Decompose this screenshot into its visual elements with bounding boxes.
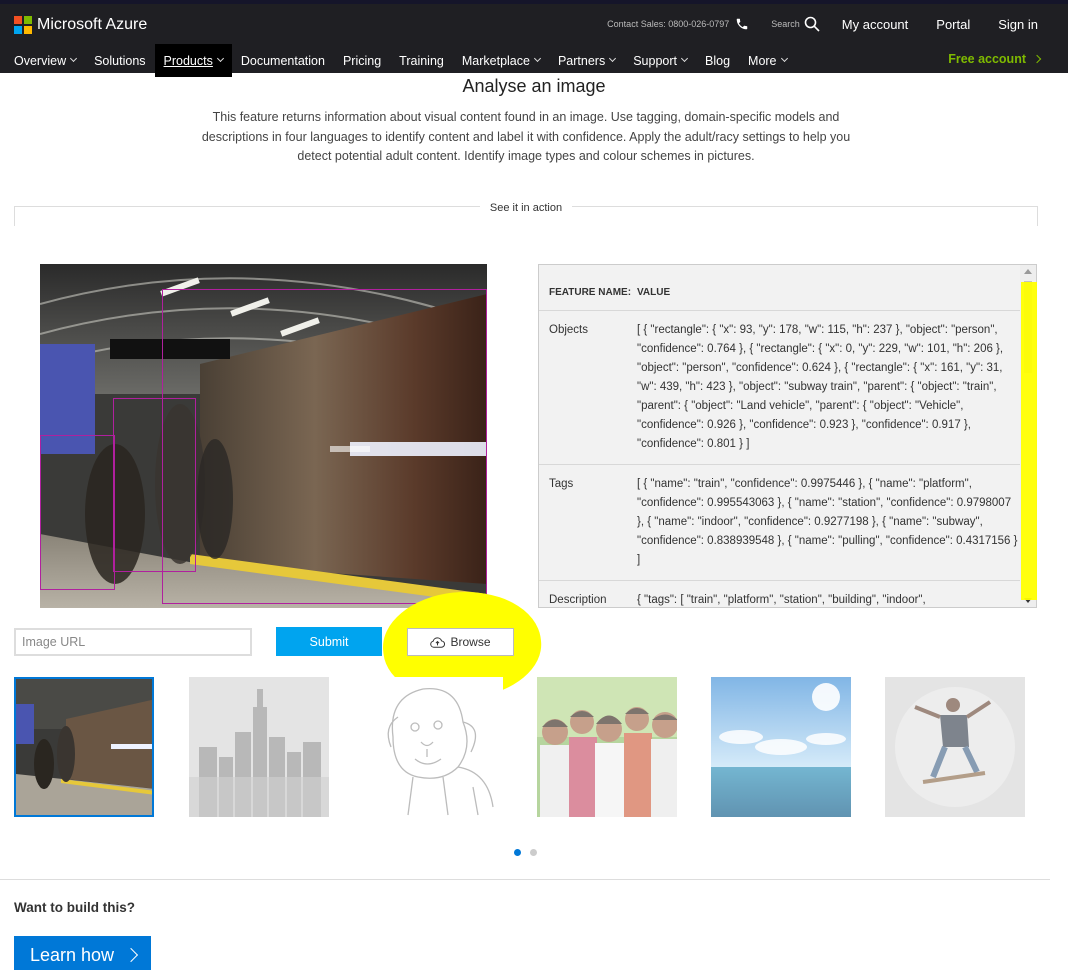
- nav-training[interactable]: Training: [390, 44, 453, 77]
- portal-link[interactable]: Portal: [936, 17, 970, 32]
- nav-more[interactable]: More: [739, 44, 795, 77]
- nav-label: Overview: [14, 53, 67, 68]
- feature-name-cell: Objects: [549, 324, 588, 336]
- nav-label: Partners: [557, 53, 606, 68]
- bbox-person-1: [113, 398, 196, 572]
- bbox-subway-train: [162, 289, 487, 604]
- thumbnail-city-skyline[interactable]: [189, 677, 329, 817]
- feature-value-cell: { "tags": [ "train", "platform", "statio…: [637, 594, 926, 606]
- results-header: FEATURE NAME: VALUE: [539, 265, 1022, 311]
- nav-solutions[interactable]: Solutions: [85, 44, 154, 77]
- feature-value-cell: [ { "name": "train", "confidence": 0.997…: [637, 478, 1018, 566]
- page-description: This feature returns information about v…: [201, 110, 851, 163]
- chevron-right-icon: [1032, 54, 1042, 64]
- nav-products[interactable]: Products: [154, 44, 232, 77]
- nav-documentation[interactable]: Documentation: [232, 44, 334, 77]
- page-title: Analyse an image: [462, 76, 606, 96]
- analysed-image: [40, 264, 487, 608]
- nav-support[interactable]: Support: [624, 44, 696, 77]
- results-table[interactable]: FEATURE NAME: VALUE Objects [ { "rectang…: [538, 264, 1037, 608]
- browse-button[interactable]: Browse: [407, 628, 514, 656]
- top-header: Microsoft Azure Contact Sales: 0800-026-…: [0, 0, 1068, 77]
- search-label[interactable]: Search: [771, 19, 800, 29]
- bbox-person-2: [40, 435, 115, 590]
- skyline-thumbnail-image: [189, 677, 329, 817]
- build-heading: Want to build this?: [14, 900, 135, 915]
- search-icon[interactable]: [804, 16, 820, 32]
- brand-name: Microsoft Azure: [37, 16, 148, 33]
- thumbnail-overlay: [711, 677, 851, 817]
- see-it-in-action-label: See it in action: [479, 202, 573, 214]
- sign-in-link[interactable]: Sign in: [998, 17, 1038, 32]
- submit-button[interactable]: Submit: [276, 627, 382, 656]
- thumbnail-overlay: [363, 677, 503, 817]
- nav-label: Blog: [705, 53, 731, 68]
- chevron-down-icon: [533, 54, 542, 63]
- chevron-down-icon: [609, 54, 617, 63]
- chevron-down-icon: [680, 54, 689, 63]
- nav-partners[interactable]: Partners: [549, 44, 624, 77]
- microsoft-logo-icon: [14, 16, 32, 34]
- learn-how-label: Learn how: [30, 944, 115, 965]
- contact-sales: Contact Sales: 0800-026-0797: [607, 19, 730, 29]
- nav-label: Documentation: [240, 53, 325, 68]
- thumbnail-family-group[interactable]: [537, 677, 677, 817]
- phone-icon[interactable]: [735, 17, 749, 31]
- chevron-down-icon: [70, 54, 78, 63]
- browse-label: Browse: [450, 635, 491, 649]
- image-url-input[interactable]: [14, 628, 252, 656]
- free-account-label: Free account: [948, 52, 1026, 66]
- thumbnail-overlay: [885, 677, 1025, 817]
- scroll-up-icon[interactable]: [1024, 269, 1032, 274]
- see-it-in-action-heading: See it in action: [0, 202, 1052, 214]
- nav-label: Solutions: [94, 53, 146, 68]
- nav-label: Marketplace: [461, 53, 530, 68]
- feature-name-cell: Description: [549, 594, 607, 606]
- subway-thumbnail-image: [16, 679, 152, 815]
- nav-marketplace[interactable]: Marketplace: [453, 44, 549, 77]
- thumbnail-skateboarder[interactable]: [885, 677, 1025, 817]
- nav-blog[interactable]: Blog: [696, 44, 739, 77]
- nav-overview[interactable]: Overview: [0, 44, 85, 77]
- table-row: Description { "tags": [ "train", "platfo…: [539, 581, 1022, 607]
- utility-bar: Contact Sales: 0800-026-0797 Search My a…: [607, 14, 1068, 34]
- nav-label: Products: [163, 53, 213, 68]
- cloud-upload-icon: [430, 636, 446, 648]
- table-row: Objects [ { "rectangle": { "x": 93, "y":…: [539, 311, 1022, 465]
- table-row: Tags [ { "name": "train", "confidence": …: [539, 465, 1022, 581]
- nav-pricing[interactable]: Pricing: [334, 44, 390, 77]
- thumbnail-overlay: [537, 677, 677, 817]
- free-account-link[interactable]: Free account: [948, 52, 1042, 66]
- carousel-dot-2[interactable]: [530, 849, 537, 856]
- nav-label: Pricing: [342, 53, 382, 68]
- nav-label: Support: [633, 53, 677, 68]
- carousel-dot-1[interactable]: [514, 849, 521, 856]
- results-scroll-area: FEATURE NAME: VALUE Objects [ { "rectang…: [539, 265, 1022, 607]
- feature-name-cell: Tags: [549, 478, 574, 490]
- feature-value-cell: [ { "rectangle": { "x": 93, "y": 178, "w…: [637, 324, 1004, 450]
- learn-how-button[interactable]: Learn how: [14, 936, 151, 970]
- chevron-right-icon: [123, 947, 139, 963]
- my-account-link[interactable]: My account: [842, 17, 908, 32]
- chevron-down-icon: [780, 54, 788, 63]
- section-divider: [0, 879, 1050, 880]
- nav-label: Training: [399, 53, 444, 68]
- thumbnail-lion-drawing[interactable]: [363, 677, 503, 817]
- thumbnail-ocean-sky[interactable]: [711, 677, 851, 817]
- feature-name-header: FEATURE NAME:: [549, 287, 632, 298]
- chevron-down-icon: [216, 54, 224, 63]
- nav-label: More: [748, 53, 777, 68]
- thumbnail-subway-train[interactable]: [14, 677, 154, 817]
- azure-logo[interactable]: Microsoft Azure: [14, 16, 147, 34]
- value-header: VALUE: [637, 287, 671, 298]
- highlight-marker-scrollbar: [1021, 282, 1037, 600]
- main-nav: Overview Solutions Products Documentatio…: [0, 44, 796, 77]
